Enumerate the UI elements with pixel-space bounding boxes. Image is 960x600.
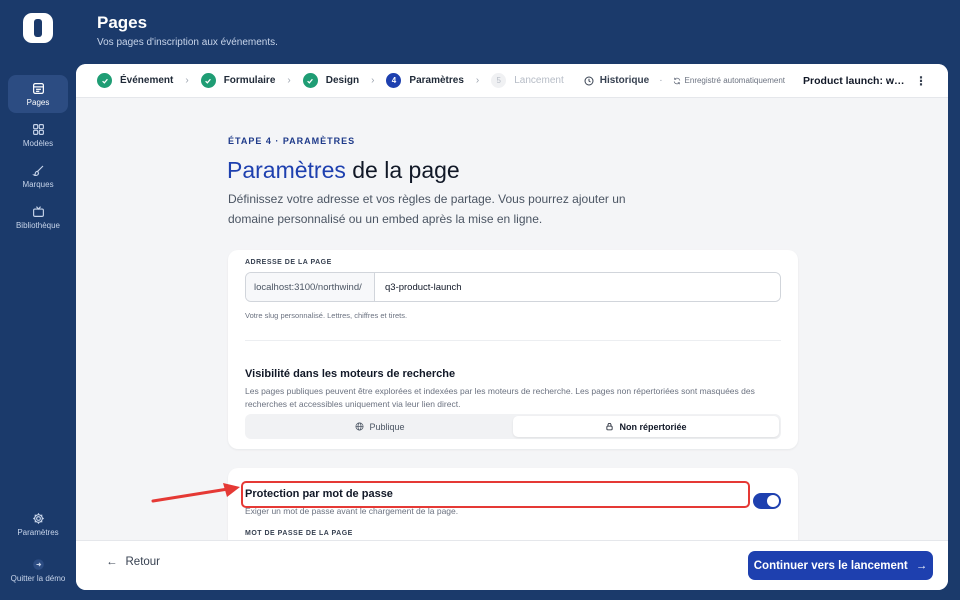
step-label: Événement [120, 75, 174, 86]
chevron-right-icon: › [371, 75, 375, 86]
exit-icon [32, 558, 44, 570]
sidebar-item-marques[interactable]: Marques [8, 157, 68, 195]
tv-icon [32, 205, 44, 217]
more-options-icon[interactable]: ⋮ [915, 74, 927, 88]
grid-icon [32, 123, 44, 135]
url-field: localhost:3100/northwind/ [245, 272, 781, 302]
sync-icon [673, 77, 680, 84]
sidebar-item-label: Quitter la démo [10, 573, 66, 583]
step-label: Lancement [514, 75, 564, 86]
globe-icon [356, 422, 364, 431]
page-subtitle: Vos pages d'inscription aux événements. [97, 37, 278, 48]
sidebar: Pages Modèles Marques Bibliothèque Param… [0, 0, 76, 600]
step-number: 5 [491, 73, 507, 88]
pages-icon [32, 82, 44, 94]
app-logo[interactable] [23, 13, 53, 43]
sidebar-item-bibliotheque[interactable]: Bibliothèque [8, 198, 68, 236]
sidebar-item-label: Modèles [22, 138, 54, 148]
sidebar-item-pages[interactable]: Pages [8, 75, 68, 113]
sidebar-item-label: Pages [26, 97, 50, 107]
sidebar-item-label: Bibliothèque [15, 220, 61, 230]
step-number: 4 [386, 73, 402, 88]
check-icon [302, 73, 318, 88]
clock-icon [584, 75, 594, 86]
visibility-option-public[interactable]: Publique [247, 416, 513, 437]
slug-input[interactable] [375, 273, 780, 301]
slug-hint: Votre slug personnalisé. Lettres, chiffr… [245, 311, 408, 320]
sidebar-item-modeles[interactable]: Modèles [8, 116, 68, 154]
step-label: Design [325, 75, 360, 86]
step-label: Formulaire [223, 75, 276, 86]
toggle-knob [767, 495, 779, 507]
separator-dot: · [659, 75, 663, 86]
arrow-right-icon: → [915, 559, 928, 572]
autosave-label: Enregistré automatiquement [684, 76, 786, 85]
document-title[interactable]: Product launch: wha... [803, 75, 909, 87]
option-label: Publique [369, 421, 405, 432]
autosave-status: Enregistré automatiquement [673, 76, 786, 85]
gear-icon [32, 512, 44, 524]
visibility-description: Les pages publiques peuvent être exploré… [245, 386, 755, 409]
page-title: Pages [97, 13, 148, 32]
visibility-option-unlisted[interactable]: Non répertoriée [513, 416, 779, 437]
section-title-rest: de la page [345, 157, 460, 183]
arrow-left-icon: ← [106, 556, 118, 568]
section-title-accent: Paramètres [227, 157, 346, 183]
step-evenement[interactable]: Événement [97, 73, 173, 88]
step-lancement: 5 Lancement [491, 73, 564, 88]
option-label: Non répertoriée [619, 421, 687, 432]
visibility-toggle: Publique Non répertoriée [245, 414, 781, 439]
main-panel: Événement › Formulaire › Design › 4 Para… [76, 64, 948, 590]
url-prefix: localhost:3100/northwind/ [246, 273, 375, 301]
annotation-arrow-icon [151, 483, 240, 503]
annotation-highlight-box [241, 481, 750, 508]
step-design[interactable]: Design [302, 73, 360, 88]
sidebar-item-quitter[interactable]: Quitter la démo [8, 551, 68, 589]
stepper: Événement › Formulaire › Design › 4 Para… [76, 64, 948, 98]
section-description: Définissez votre adresse et vos règles d… [228, 192, 626, 226]
address-card: ADRESSE DE LA PAGE localhost:3100/northw… [228, 250, 798, 449]
chevron-right-icon: › [287, 75, 291, 86]
footer-bar: ← Retour Continuer vers le lancement → [76, 540, 948, 590]
continue-label: Continuer vers le lancement [753, 559, 908, 572]
step-label: Paramètres [409, 75, 464, 86]
brush-icon [31, 165, 43, 176]
sidebar-item-label: Paramètres [17, 527, 59, 537]
visibility-title: Visibilité dans les moteurs de recherche [245, 368, 456, 380]
step-parametres[interactable]: 4 Paramètres [386, 73, 464, 88]
check-icon [200, 73, 216, 88]
address-label: ADRESSE DE LA PAGE [245, 259, 332, 266]
sidebar-item-parametres[interactable]: Paramètres [8, 505, 68, 543]
back-label: Retour [125, 556, 161, 568]
step-eyebrow: ÉTAPE 4 · PARAMÈTRES [228, 136, 356, 146]
chevron-right-icon: › [475, 75, 480, 86]
chevron-right-icon: › [185, 75, 189, 86]
sidebar-item-label: Marques [22, 179, 54, 189]
section-title: Paramètres de la page [227, 157, 460, 184]
password-toggle[interactable] [753, 493, 781, 509]
password-field-label: MOT DE PASSE DE LA PAGE [245, 530, 353, 537]
check-icon [97, 73, 112, 88]
continue-button[interactable]: Continuer vers le lancement → [748, 551, 933, 580]
history-button[interactable]: Historique [584, 75, 649, 86]
logo-mark [34, 19, 42, 37]
step-formulaire[interactable]: Formulaire [200, 73, 276, 88]
divider [245, 340, 781, 341]
history-label: Historique [599, 75, 650, 86]
back-button[interactable]: ← Retour [106, 556, 160, 568]
lock-icon [606, 423, 614, 431]
